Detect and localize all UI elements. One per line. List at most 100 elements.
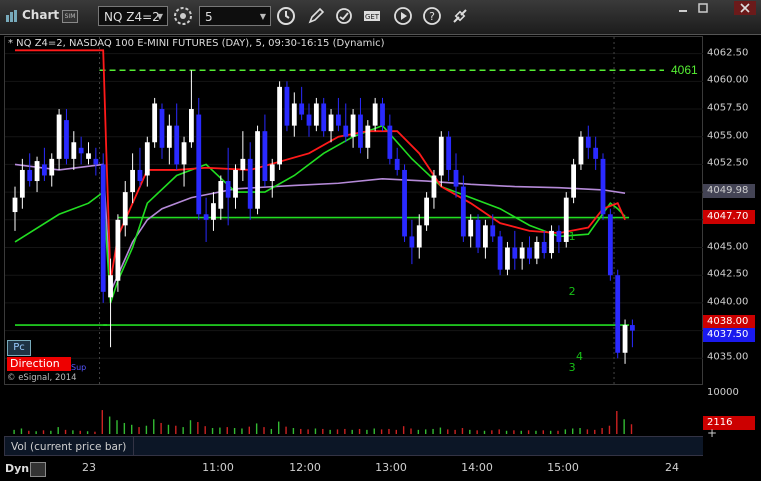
volume-plot-area[interactable] [4,388,703,434]
volume-bar [461,428,464,434]
restore-icon[interactable] [696,2,710,14]
symbol-input[interactable]: NQ Z4=2 ▼ [98,6,168,26]
candle-body [571,164,576,198]
candle-body [475,219,481,248]
volume-bar [505,430,508,434]
direction-label: Direction [7,357,71,371]
candle-body [27,169,33,182]
candle-body [600,158,606,215]
dyn-label[interactable]: Dyn [5,462,29,475]
candle-body [416,225,422,248]
chart-toolbar: Chart SIM NQ Z4=2 ▼ 5 ▼ GET ? [0,0,761,35]
pencil-draw-icon[interactable] [306,6,326,26]
candle-body [541,241,547,254]
candle-body [372,103,378,126]
volume-bar [241,428,243,434]
get-data-icon[interactable]: GET [362,6,382,26]
time-tick-label: 15:00 [547,461,579,474]
candle-body [100,164,106,292]
volume-bar [564,429,567,434]
chart-window: Chart SIM NQ Z4=2 ▼ 5 ▼ GET ? 4061 * NQ … [0,0,761,481]
volume-bar [145,425,148,434]
volume-tick-label: 10000 [707,387,739,398]
volume-bar [182,427,184,434]
volume-bar [417,429,420,434]
link-icon[interactable] [450,6,470,26]
price-plot-area[interactable]: 4061 [4,36,704,386]
price-tick-label: 4052.50 [707,157,749,169]
volume-bar [601,428,603,434]
wave-marker: 4 [575,350,583,364]
candle-body [255,131,260,209]
candle-body [328,114,334,132]
price-badge: 4047.70 [703,209,755,224]
wave-marker: 2 [568,284,576,298]
interval-value: 5 [205,10,213,24]
candle-body [350,114,356,137]
candle-body [424,197,429,226]
candle-body [108,275,113,298]
price-tick-label: 4042.50 [707,268,749,280]
chart-app-icon [6,10,17,22]
volume-bar [211,428,214,434]
candle-body [402,169,407,237]
volume-bar [50,430,52,434]
candle-body [512,247,518,259]
volume-bar [219,427,221,434]
play-icon[interactable] [393,6,413,26]
clock-icon[interactable] [276,6,296,26]
volume-bar [94,431,96,434]
volume-bar [549,430,552,434]
volume-bar [447,429,449,434]
volume-bar [579,428,581,434]
level-label: 4061 [671,63,698,77]
candle-body [365,125,371,148]
candle-body [490,225,496,237]
chevron-down-icon[interactable]: ▼ [157,7,163,27]
wave-marker: 1 [568,229,576,243]
volume-bar [123,422,126,434]
candle-body [225,181,231,198]
time-axis[interactable]: 23 11:00 12:00 13:00 14:00 15:00 24 [0,458,761,481]
volume-bar [322,428,324,434]
plus-icon[interactable]: + [707,426,717,440]
volume-bar [35,431,37,434]
volume-bar [380,429,383,434]
candle-body [483,225,488,248]
symbol-value: NQ Z4=2 [104,10,160,24]
volume-bar [388,428,390,434]
volume-bar [13,429,15,434]
candle-body [240,158,246,170]
help-icon[interactable]: ? [422,6,442,26]
volume-bar [285,426,287,434]
volume-bar [300,428,302,434]
candle-body [497,236,503,270]
candle-body [42,164,47,176]
candle-body [218,181,224,209]
candle-body [269,164,275,182]
volume-bar [351,429,353,434]
interval-input[interactable]: 5 ▼ [199,6,271,26]
lock-icon[interactable] [30,462,46,477]
candle-body [431,175,437,198]
settings-gear-icon[interactable] [173,6,193,26]
volume-bar [535,430,537,434]
volume-bar [307,429,309,434]
candle-body [519,247,525,259]
minimize-icon[interactable] [676,2,690,14]
volume-bar [64,429,67,434]
pc-button[interactable]: Pc [7,340,31,356]
volume-bar [373,428,375,434]
candle-body [86,153,91,159]
volume-bar [204,426,206,434]
refresh-icon[interactable] [334,6,354,26]
candle-body [174,125,180,165]
volume-panel-title: Vol (current price bar) [4,436,134,456]
chevron-down-icon[interactable]: ▼ [260,7,266,27]
candle-body [387,125,393,159]
candle-body [394,158,400,170]
direction-suffix: Sup [71,363,87,372]
wave-marker: 3 [568,361,576,375]
price-axis[interactable]: 4062.504060.004057.504055.004052.504050.… [703,36,761,434]
close-icon[interactable] [734,1,756,15]
